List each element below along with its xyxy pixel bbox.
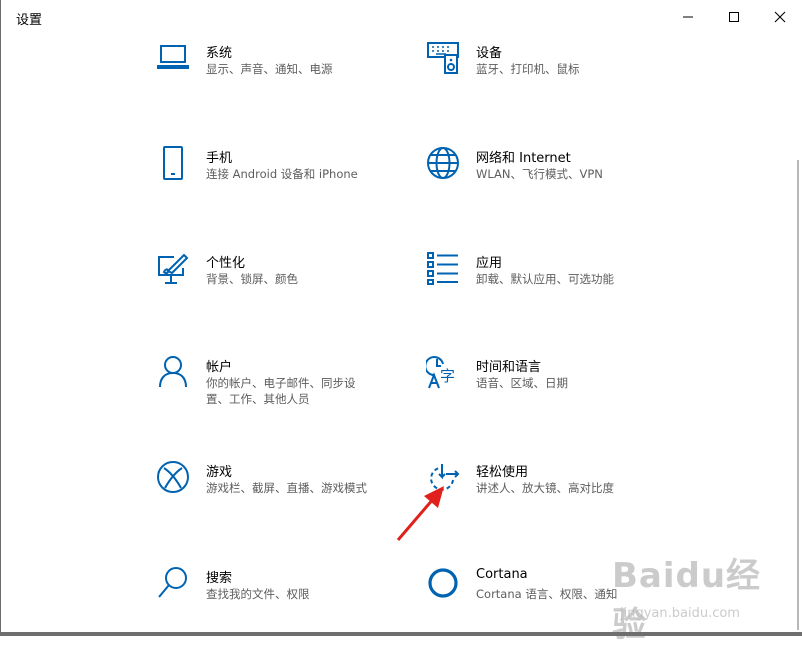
tile-ease-of-access[interactable]: 轻松使用 讲述人、放大镜、高对比度 [426, 460, 716, 520]
tile-cortana-description: Cortana 语言、权限、通知 [476, 587, 618, 601]
tile-gaming-description: 游戏栏、截屏、直播、游戏模式 [206, 481, 367, 495]
tile-time-language-title: 时间和语言 [476, 360, 542, 375]
tile-gaming-title: 游戏 [206, 465, 233, 480]
time-language-icon: 字 [426, 355, 460, 389]
person-icon [156, 355, 190, 389]
tile-network[interactable]: 网络和 Internet WLAN、飞行模式、VPN [426, 146, 716, 206]
annotation-arrow [396, 486, 444, 541]
laptop-icon [156, 41, 190, 75]
tile-network-description: WLAN、飞行模式、VPN [476, 167, 603, 181]
tile-network-title: 网络和 Internet [476, 151, 571, 166]
tile-cortana-title: Cortana [476, 567, 528, 582]
tile-phone-description: 连接 Android 设备和 iPhone [206, 167, 358, 181]
watermark: Baidu经验 jingyan.baidu.com [612, 548, 792, 645]
tile-personalization[interactable]: 个性化 背景、锁屏、颜色 [156, 251, 446, 311]
minimize-icon [683, 16, 693, 18]
tile-ease-of-access-title: 轻松使用 [476, 465, 529, 480]
cortana-icon [426, 566, 460, 600]
watermark-url: jingyan.baidu.com [620, 606, 740, 621]
close-button[interactable] [757, 0, 802, 34]
tile-apps-title: 应用 [476, 256, 503, 271]
tile-system-description: 显示、声音、通知、电源 [206, 62, 333, 76]
tile-devices[interactable]: 设备 蓝牙、打印机、鼠标 [426, 41, 716, 101]
tile-time-language[interactable]: 字 时间和语言 语音、区域、日期 [426, 355, 716, 415]
svg-text:字: 字 [440, 367, 455, 385]
phone-icon [156, 146, 190, 180]
tile-phone-title: 手机 [206, 151, 233, 166]
scrollbar[interactable] [797, 160, 799, 630]
paint-brush-icon [156, 251, 190, 285]
search-icon [156, 566, 190, 600]
maximize-button[interactable] [711, 0, 757, 34]
tile-apps-description: 卸载、默认应用、可选功能 [476, 272, 614, 286]
tile-apps[interactable]: 应用 卸载、默认应用、可选功能 [426, 251, 716, 311]
tile-personalization-description: 背景、锁屏、颜色 [206, 272, 298, 286]
tile-search-title: 搜索 [206, 571, 233, 586]
window-title: 设置 [16, 13, 43, 28]
tile-devices-description: 蓝牙、打印机、鼠标 [476, 62, 580, 76]
tile-search-description: 查找我的文件、权限 [206, 587, 310, 601]
close-icon [774, 11, 786, 23]
globe-icon [426, 146, 460, 180]
tile-system[interactable]: 系统 显示、声音、通知、电源 [156, 41, 446, 101]
tile-search[interactable]: 搜索 查找我的文件、权限 [156, 566, 446, 626]
title-bar[interactable]: 设置 [1, 0, 802, 34]
xbox-icon [156, 460, 190, 494]
tile-phone[interactable]: 手机 连接 Android 设备和 iPhone [156, 146, 446, 206]
tile-devices-title: 设备 [476, 46, 503, 61]
tile-time-language-description: 语音、区域、日期 [476, 376, 568, 390]
app-list-icon [426, 251, 460, 285]
tile-personalization-title: 个性化 [206, 256, 246, 271]
tile-system-title: 系统 [206, 46, 233, 61]
tile-accounts[interactable]: 帐户 你的帐户、电子邮件、同步设置、工作、其他人员 [156, 355, 446, 415]
keyboard-speaker-icon [426, 41, 460, 75]
tile-accounts-description: 你的帐户、电子邮件、同步设置、工作、其他人员 [206, 376, 356, 406]
taskbar-edge [0, 632, 802, 636]
tile-ease-of-access-description: 讲述人、放大镜、高对比度 [476, 481, 614, 495]
tile-accounts-title: 帐户 [206, 360, 233, 375]
minimize-button[interactable] [665, 0, 711, 34]
maximize-icon [729, 12, 739, 22]
